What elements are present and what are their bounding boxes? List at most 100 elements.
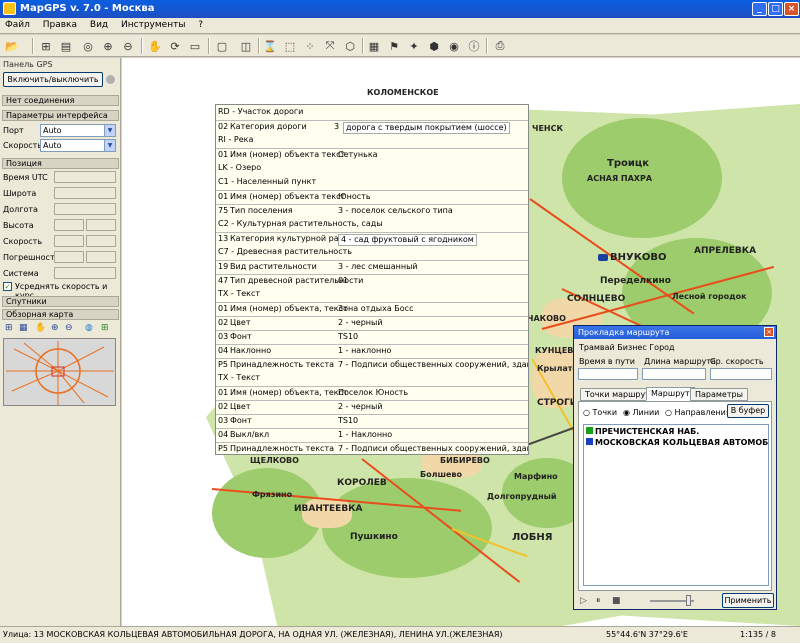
arrows-icon[interactable]: ⤧ [322,38,338,54]
col-speed-label: Ср. скорость [710,357,764,366]
select-rect-icon[interactable]: ▭ [187,38,203,54]
radio-lines[interactable]: ◉ Линии [623,408,659,417]
route-icon[interactable]: ⬢ [426,38,442,54]
port-select[interactable]: Auto ▼ [40,124,116,137]
map-label: ЧАКОВО [527,314,566,323]
info-attr-row: 02 Цвет 2 - черный [216,316,528,328]
menu-help[interactable]: ? [193,18,208,32]
table-icon[interactable]: ▦ [366,38,382,54]
overview-toolbar: ⊞ ▦ ✋ ⊕ ⊖ ◍ ⊞ [3,323,117,337]
menu-bar: Файл Правка Вид Инструменты ? [0,18,800,34]
list-item[interactable]: МОСКОВСКАЯ КОЛЬЦЕВАЯ АВТОМОБ [586,438,768,447]
tab-route[interactable]: Маршрут [646,387,695,401]
frame-icon[interactable]: ⬚ [282,38,298,54]
route-tool-icon[interactable]: ⬡ [342,38,358,54]
map-label: БИБИРЕВО [440,456,490,465]
route-speed-field [710,368,772,380]
zoom-in-icon[interactable]: ⊕ [100,38,116,54]
zoom-in-icon[interactable]: ⊕ [51,323,59,333]
overview-grid-icon[interactable]: ⊞ [101,323,109,333]
info-section-title: LK - Озеро [218,163,262,172]
panel-title: Панель GPS [3,60,53,69]
info-attr-name: Фонт [230,332,252,341]
connect-toggle-button[interactable]: Включить/выключить [3,72,103,87]
route-close-button[interactable]: × [764,327,774,337]
interface-params-header[interactable]: Параметры интерфейса [2,110,119,121]
info-attr-name: Принадлежность текста [230,444,335,453]
map-label: Троицк [607,158,650,169]
object-info-popup: RD - Участок дороги 02 Категория дороги 3 до… [215,104,529,455]
overview-map-header[interactable]: Обзорная карта [2,309,119,320]
menu-file[interactable]: Файл [0,18,35,32]
satellites-header[interactable]: Спутники [2,296,119,307]
refresh-icon[interactable]: ⟳ [167,38,183,54]
info-attr-row: 75 Тип поселения 3 - поселок сельского тип… [216,204,528,216]
window-title-bar: MapGPS v. 7.0 - Москва _ □ × [0,0,800,18]
zoom-extent-icon[interactable]: ⊞ [5,323,13,333]
radio-points[interactable]: ○ Точки [583,408,617,417]
info-attr-row: 03 Фонт TS10 [216,414,528,426]
latitude-value [54,187,116,199]
info-attr-row: 19 Вид растительности 3 - лес смешанный [216,260,528,272]
utc-value [54,171,116,183]
layers-icon[interactable]: ▤ [58,38,74,54]
hand-pan-icon[interactable]: ✋ [147,38,163,54]
full-extent-icon[interactable]: ⊞ [38,38,54,54]
overview-map[interactable] [3,338,116,406]
flag-icon[interactable]: ⚑ [386,38,402,54]
altitude-unit [86,219,116,231]
to-buffer-button[interactable]: В буфер [727,404,769,418]
field-label-alt: Высота [3,221,34,230]
info-icon[interactable]: ⓘ [466,38,482,54]
info-attr-code: 02 [218,318,229,327]
map-label: Болшево [420,470,462,479]
stop-icon[interactable]: ■ [612,596,621,606]
info-attr-name: Имя (номер) объекта, текст [230,388,348,397]
play-icon[interactable]: ▷ [580,596,587,606]
info-attr-value: Юность [338,192,371,201]
minimize-button[interactable]: _ [752,2,767,16]
info-attr-code: 01 [218,150,229,159]
print-icon[interactable]: ⎙ [492,38,508,54]
menu-tools[interactable]: Инструменты [116,18,190,32]
search-icon[interactable]: ◎ [80,38,96,54]
grid-icon[interactable]: ▦ [19,323,28,333]
hourglass-icon[interactable]: ⌛ [262,38,278,54]
measure-icon[interactable]: ◫ [238,38,254,54]
maximize-button[interactable]: □ [768,2,783,16]
target-icon[interactable]: ◉ [446,38,462,54]
map-label: Марфино [514,472,558,481]
info-attr-code: 01 [218,388,229,397]
slider-handle[interactable] [686,595,691,606]
pause-icon[interactable]: ⏸ [596,596,601,606]
info-attr-name: Тип поселения [230,206,293,215]
position-header[interactable]: Позиция [2,158,119,169]
info-section-title: TX - Текст [218,289,261,298]
close-button[interactable]: × [784,2,799,16]
map-label: СОЛНЦЕВО [567,294,626,304]
menu-view[interactable]: Вид [85,18,113,32]
pan-icon[interactable]: ✋ [35,323,46,333]
map-label: ВНУКОВО [610,252,667,263]
list-item[interactable]: ПРЕЧИСТЕНСКАЯ НАБ. [586,427,699,436]
zoom-out-icon[interactable]: ⊖ [120,38,136,54]
info-attr-name: Вид растительности [230,262,317,271]
apply-button[interactable]: Применить [722,593,774,608]
nodes-icon[interactable]: ⁘ [302,38,318,54]
globe-icon[interactable]: ◍ [85,323,93,333]
speed-select[interactable]: Auto ▼ [40,139,116,152]
zoom-out-icon[interactable]: ⊖ [65,323,73,333]
route-time-field [578,368,638,380]
status-street: Улица: 13 МОСКОВСКАЯ КОЛЬЦЕВАЯ АВТОМОБИЛ… [3,630,503,639]
route-planner-window: Прокладка маршрута × Трамвай Бизнес Горо… [573,325,777,610]
gps-icon[interactable]: ✦ [406,38,422,54]
map-label: ЛОБНЯ [512,532,553,543]
radio-directions[interactable]: ○ Направления [665,408,731,417]
open-folder-icon[interactable]: 📂 [4,38,20,54]
avg-speed-checkbox[interactable]: ✓ [3,282,12,291]
tab-params[interactable]: Параметры [690,388,748,401]
info-section-title: C7 - Древесная растительность [218,247,352,256]
tool-icon[interactable]: ▢ [214,38,230,54]
info-attr-value: TS10 [338,416,359,425]
menu-edit[interactable]: Правка [38,18,82,32]
